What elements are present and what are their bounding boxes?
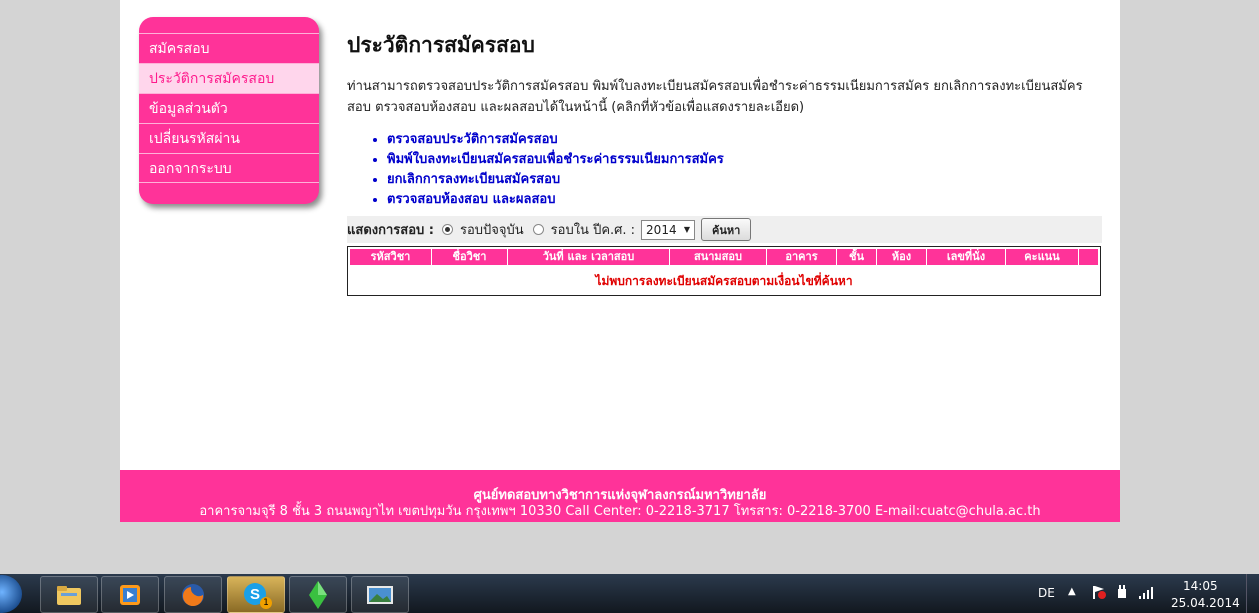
svg-text:S: S (250, 586, 260, 603)
filter-label: แสดงการสอบ : (347, 223, 434, 238)
taskbar-media-player[interactable] (101, 576, 159, 613)
year-select[interactable]: 2014 ▼ (641, 219, 696, 240)
taskbar-photos[interactable] (351, 576, 409, 613)
taskbar-sims[interactable] (289, 576, 347, 613)
column-header: ชั้น (837, 249, 877, 265)
year-select-value: 2014 (646, 222, 677, 237)
action-center-icon[interactable] (1090, 584, 1106, 603)
page-container: สมัครสอบ ประวัติการสมัครสอบ ข้อมูลส่วนตั… (120, 0, 1120, 522)
search-button[interactable]: ค้นหา (701, 218, 752, 241)
taskbar-firefox[interactable] (164, 576, 222, 613)
sidebar-menu: สมัครสอบ ประวัติการสมัครสอบ ข้อมูลส่วนตั… (139, 17, 319, 204)
sidebar-item-logout[interactable]: ออกจากระบบ (139, 153, 319, 183)
link-print-registration[interactable]: พิมพ์ใบลงทะเบียนสมัครสอบเพื่อชำระค่าธรรม… (387, 152, 724, 167)
language-indicator[interactable]: DE (1038, 586, 1055, 600)
network-icon[interactable] (1138, 584, 1154, 603)
radio-year-round-label: รอบใน ปีค.ศ. : (550, 223, 636, 238)
sidebar-list: สมัครสอบ ประวัติการสมัครสอบ ข้อมูลส่วนตั… (139, 33, 319, 183)
show-desktop-button[interactable] (1246, 574, 1259, 613)
page-title: ประวัติการสมัครสอบ (347, 33, 535, 57)
column-header: รหัสวิชา (350, 249, 432, 265)
no-data-message: ไม่พบการลงทะเบียนสมัครสอบตามเงื่อนไขที่ค… (595, 274, 853, 288)
sidebar-item-change-password[interactable]: เปลี่ยนรหัสผ่าน (139, 123, 319, 153)
table-header: รหัสวิชา ชื่อวิชา วันที่ และ เวลาสอบ สนา… (350, 249, 1098, 265)
footer-org-name: ศูนย์ทดสอบทางวิชาการแห่งจุฬาลงกรณ์มหาวิท… (473, 488, 767, 503)
sidebar-item-register[interactable]: สมัครสอบ (139, 33, 319, 63)
results-table: รหัสวิชา ชื่อวิชา วันที่ และ เวลาสอบ สนา… (347, 246, 1101, 296)
column-header: ชื่อวิชา (432, 249, 508, 265)
start-button[interactable] (0, 575, 22, 613)
link-cancel-registration[interactable]: ยกเลิกการลงทะเบียนสมัครสอบ (387, 172, 560, 187)
column-header: วันที่ และ เวลาสอบ (508, 249, 670, 265)
list-item: ตรวจสอบประวัติการสมัครสอบ (387, 130, 1102, 150)
clock-time[interactable]: 14:05 (1183, 579, 1218, 593)
column-header: ห้อง (877, 249, 927, 265)
intro-text: ท่านสามารถตรวจสอบประวัติการสมัครสอบ พิมพ… (347, 79, 1083, 115)
media-player-icon (120, 584, 140, 605)
filter-bar: แสดงการสอบ : รอบปัจจุบัน รอบใน ปีค.ศ. : … (347, 216, 1102, 243)
skype-notification-badge: 1 (260, 597, 272, 609)
firefox-icon (182, 583, 204, 606)
list-item: ตรวจสอบห้องสอบ และผลสอบ (387, 190, 1102, 210)
taskbar: S 1 DE ▲ 14:05 25.04.2014 (0, 574, 1259, 613)
main-content: ประวัติการสมัครสอบ ท่านสามารถตรวจสอบประว… (347, 30, 1102, 296)
column-header: สนามสอบ (670, 249, 767, 265)
taskbar-explorer[interactable] (40, 576, 98, 613)
sidebar-item-history[interactable]: ประวัติการสมัครสอบ (139, 63, 319, 93)
list-item: พิมพ์ใบลงทะเบียนสมัครสอบเพื่อชำระค่าธรรม… (387, 150, 1102, 170)
list-item: ยกเลิกการลงทะเบียนสมัครสอบ (387, 170, 1102, 190)
radio-current-round[interactable] (441, 224, 453, 235)
radio-year-round[interactable] (532, 224, 544, 235)
show-hidden-icons[interactable]: ▲ (1068, 586, 1076, 597)
link-check-history[interactable]: ตรวจสอบประวัติการสมัครสอบ (387, 132, 558, 147)
footer: ศูนย์ทดสอบทางวิชาการแห่งจุฬาลงกรณ์มหาวิท… (120, 470, 1120, 522)
footer-address: อาคารจามจุรี 8 ชั้น 3 ถนนพญาไท เขตปทุมวั… (199, 504, 1041, 519)
power-icon[interactable] (1114, 584, 1130, 603)
clock-date[interactable]: 25.04.2014 (1171, 596, 1240, 610)
explorer-icon (57, 585, 81, 605)
sims-icon (309, 580, 327, 609)
column-header: อาคาร (767, 249, 837, 265)
sidebar-item-profile[interactable]: ข้อมูลส่วนตัว (139, 93, 319, 123)
taskbar-skype[interactable]: S 1 (227, 576, 285, 613)
column-header: คะแนน (1006, 249, 1079, 265)
action-links: ตรวจสอบประวัติการสมัครสอบ พิมพ์ใบลงทะเบี… (347, 130, 1102, 210)
photos-icon (367, 585, 393, 604)
column-header (1079, 249, 1098, 265)
column-header: เลขที่นั่ง (927, 249, 1006, 265)
link-check-room-results[interactable]: ตรวจสอบห้องสอบ และผลสอบ (387, 192, 556, 207)
chevron-down-icon: ▼ (683, 225, 691, 234)
radio-current-round-label: รอบปัจจุบัน (459, 223, 524, 238)
